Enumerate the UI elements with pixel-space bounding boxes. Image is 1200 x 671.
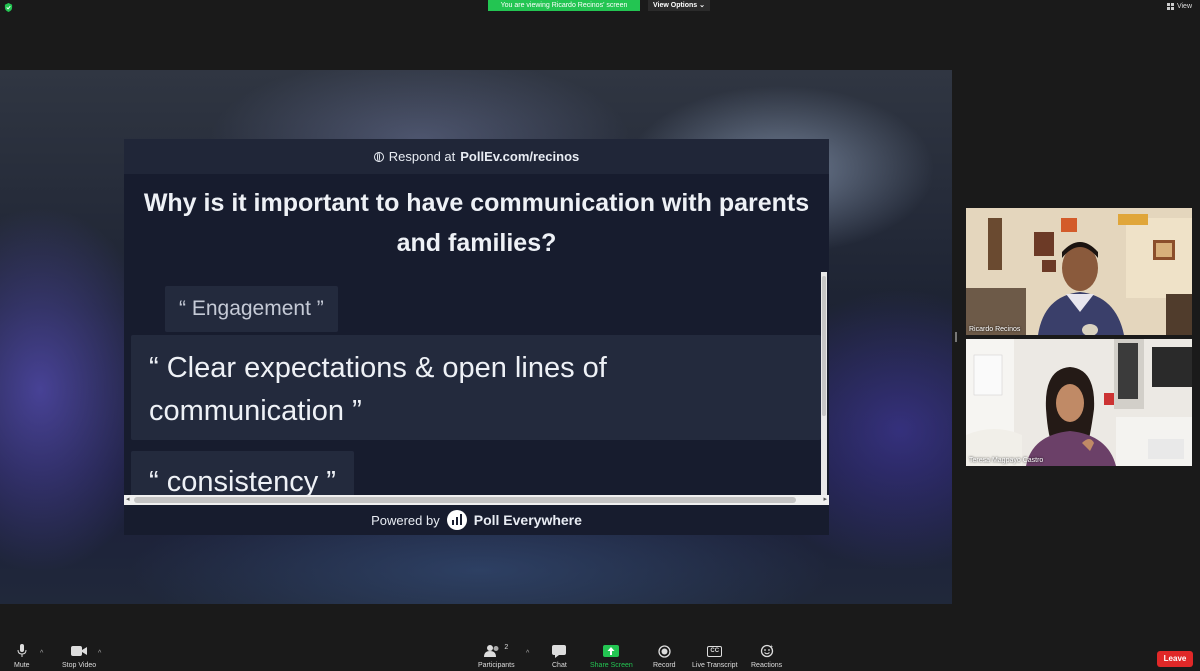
response-item: “ consistency ” xyxy=(131,451,354,495)
participant-name: Teresa Magpayo Castro xyxy=(969,457,1044,464)
participants-label: Participants xyxy=(478,662,515,669)
response-item: “ Clear expectations & open lines of com… xyxy=(131,335,821,440)
reactions-button[interactable]: + Reactions xyxy=(751,644,782,669)
meeting-toolbar: Mute ^ Stop Video ^ 2 Participants ^ Cha… xyxy=(0,640,1200,671)
view-button[interactable]: View xyxy=(1166,3,1192,10)
poll-header: Respond at PollEv.com/recinos xyxy=(124,139,829,174)
chat-button[interactable]: Chat xyxy=(552,644,567,669)
poll-question: Why is it important to have communicatio… xyxy=(124,183,829,263)
closed-caption-icon: CC xyxy=(707,644,723,658)
poll-footer: Powered by Poll Everywhere xyxy=(124,505,829,535)
response-item: “ Engagement ” xyxy=(165,286,338,332)
share-screen-button[interactable]: Share Screen xyxy=(590,644,633,669)
powered-by-label: Powered by xyxy=(371,512,440,528)
vertical-scrollbar[interactable] xyxy=(821,272,827,495)
respond-url: PollEv.com/recinos xyxy=(460,149,580,164)
view-label: View xyxy=(1176,3,1192,10)
globe-icon xyxy=(373,151,384,162)
stop-video-label: Stop Video xyxy=(62,662,97,669)
share-screen-label: Share Screen xyxy=(590,662,633,669)
participants-options-caret-icon[interactable]: ^ xyxy=(526,650,529,657)
share-screen-icon xyxy=(603,644,620,658)
chat-bubble-icon xyxy=(552,644,567,658)
participants-icon: 2 xyxy=(484,644,508,658)
participants-count: 2 xyxy=(504,644,509,651)
view-options-label: View Options xyxy=(652,2,698,9)
participant-video-icon xyxy=(966,339,1192,466)
horizontal-scrollbar[interactable]: ◂ ▸ xyxy=(124,495,829,505)
reactions-label: Reactions xyxy=(751,662,783,669)
svg-text:+: + xyxy=(770,644,773,650)
participant-name: Ricardo Recinos xyxy=(969,326,1021,333)
top-bar: You are viewing Ricardo Recinos' screen … xyxy=(0,0,1200,14)
record-label: Record xyxy=(653,662,676,669)
question-line-2: and families? xyxy=(396,229,557,257)
microphone-icon xyxy=(17,644,27,658)
grid-view-icon xyxy=(1166,3,1174,10)
smiley-face-icon: + xyxy=(760,644,774,658)
video-options-caret-icon[interactable]: ^ xyxy=(98,650,101,657)
mute-label: Mute xyxy=(14,662,30,669)
video-camera-icon xyxy=(71,644,88,658)
question-line-1: Why is it important to have communicatio… xyxy=(143,189,810,217)
mute-options-caret-icon[interactable]: ^ xyxy=(40,650,43,657)
live-transcript-label: Live Transcript xyxy=(692,662,738,669)
video-tile[interactable]: Ricardo Recinos xyxy=(966,208,1192,335)
participants-button[interactable]: 2 Participants xyxy=(478,644,515,669)
cc-label: CC xyxy=(707,645,723,657)
record-icon xyxy=(658,644,671,658)
poll-everywhere-logo-icon xyxy=(446,510,467,530)
panel-resize-handle[interactable] xyxy=(955,332,957,342)
shared-screen: Respond at PollEv.com/recinos Why is it … xyxy=(0,70,952,604)
live-transcript-button[interactable]: CC Live Transcript xyxy=(692,644,738,669)
scroll-right-arrow-icon[interactable]: ▸ xyxy=(823,495,827,505)
participant-video-icon xyxy=(966,208,1192,335)
chat-label: Chat xyxy=(552,662,567,669)
security-shield-icon[interactable] xyxy=(4,3,13,12)
scrollbar-thumb[interactable] xyxy=(134,497,796,503)
brand-name: Poll Everywhere xyxy=(473,512,582,528)
mute-button[interactable]: Mute xyxy=(14,644,30,669)
video-tile[interactable]: Teresa Magpayo Castro xyxy=(966,339,1192,466)
responses-list: “ Engagement ” “ Clear expectations & op… xyxy=(124,272,829,495)
scroll-left-arrow-icon[interactable]: ◂ xyxy=(126,495,130,505)
viewing-screen-banner: You are viewing Ricardo Recinos' screen xyxy=(488,0,640,11)
scrollbar-thumb[interactable] xyxy=(822,276,826,416)
stop-video-button[interactable]: Stop Video xyxy=(62,644,96,669)
view-options-button[interactable]: View Options ⌄ xyxy=(648,0,710,11)
respond-prefix: Respond at xyxy=(388,149,456,164)
poll-window: Respond at PollEv.com/recinos Why is it … xyxy=(124,139,829,535)
record-button[interactable]: Record xyxy=(653,644,676,669)
leave-button[interactable]: Leave xyxy=(1157,651,1193,667)
